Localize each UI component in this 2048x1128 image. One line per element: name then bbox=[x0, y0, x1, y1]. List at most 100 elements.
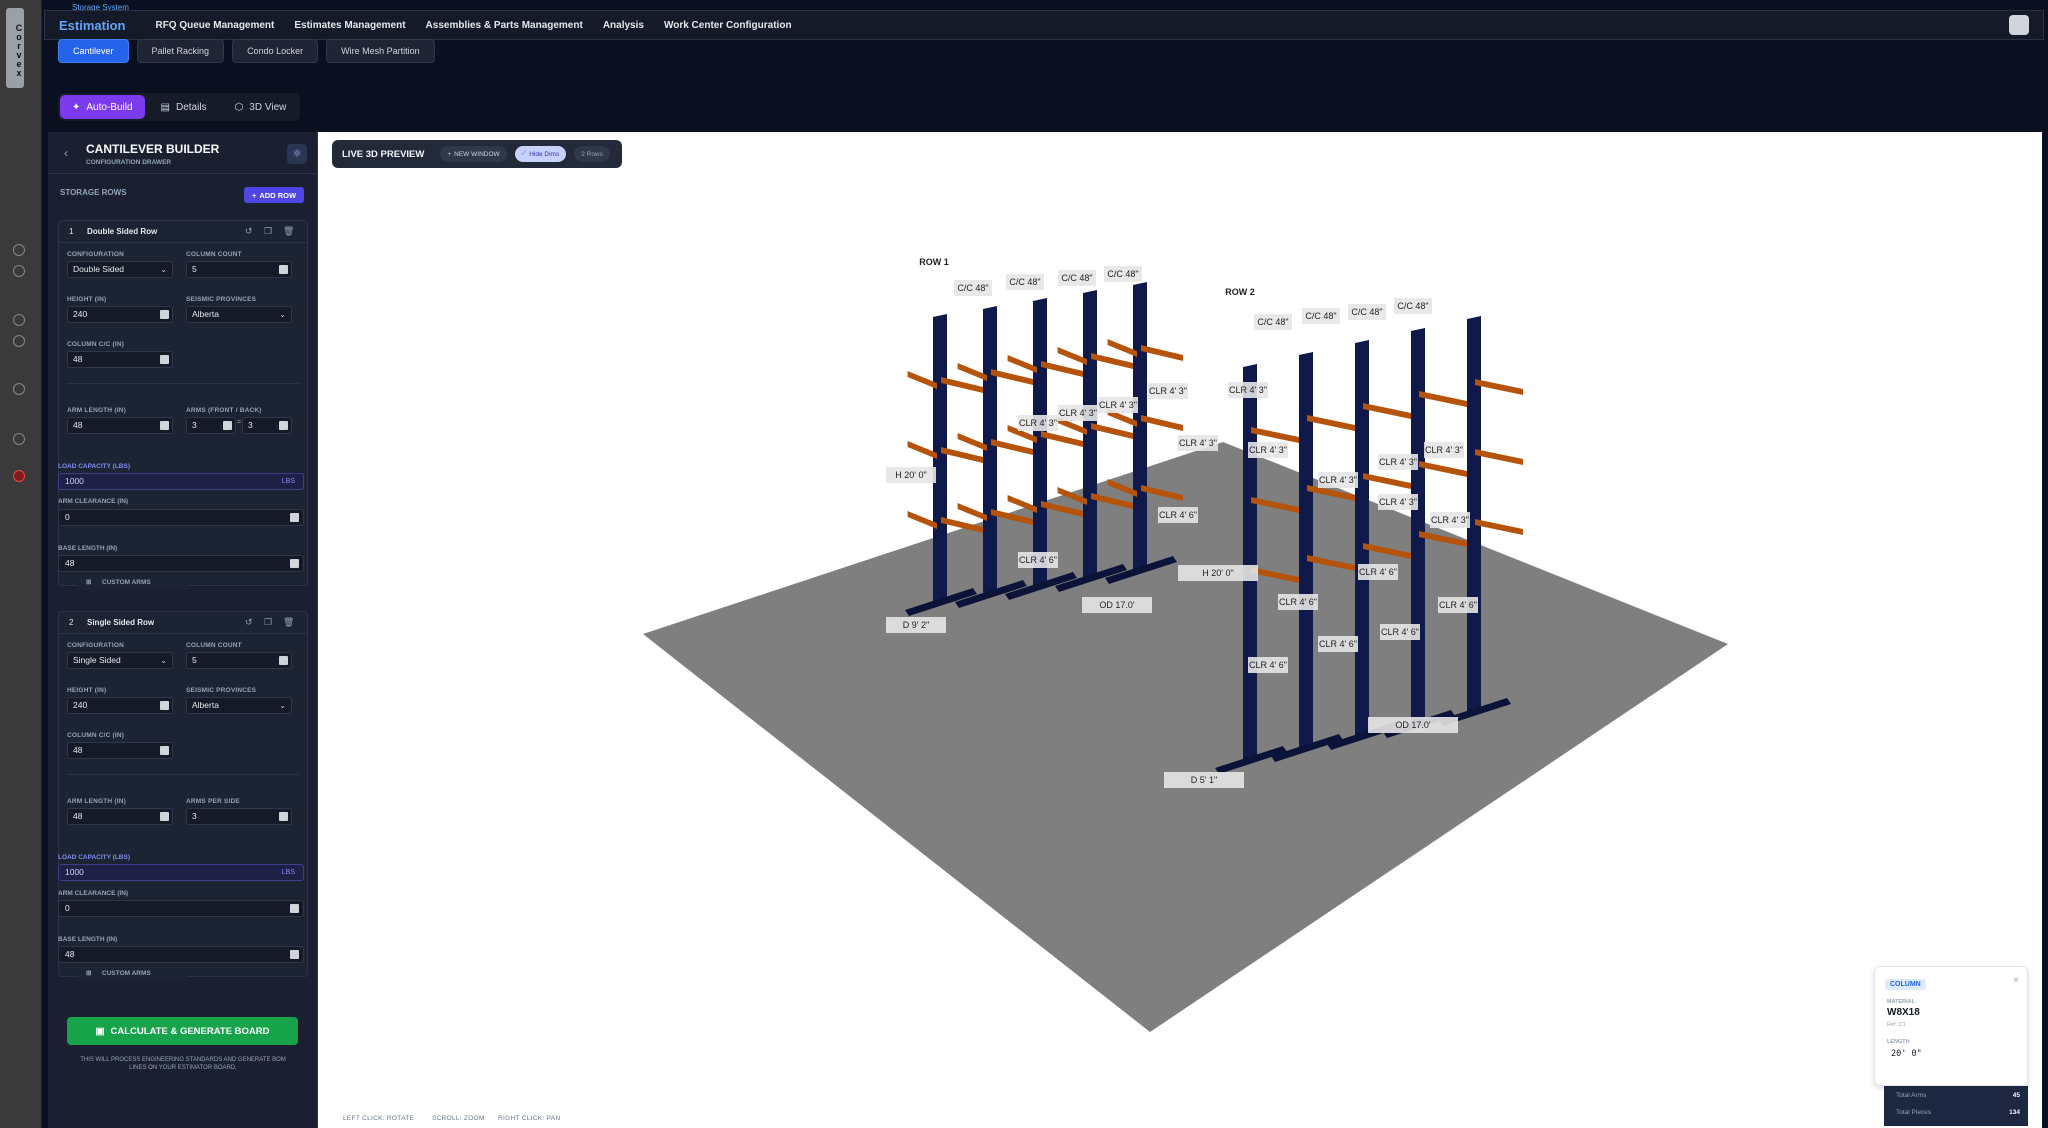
arm-beam[interactable] bbox=[1419, 461, 1467, 477]
tab-auto-build[interactable]: ✦ Auto-Build bbox=[60, 95, 145, 119]
app-logo[interactable]: Estimation bbox=[45, 18, 145, 33]
depth-label[interactable]: D 9' 2" bbox=[903, 620, 929, 630]
arm-length-input[interactable]: 48 bbox=[67, 808, 173, 825]
arms-per-side-input[interactable]: 3 bbox=[186, 808, 292, 825]
arm-beam[interactable] bbox=[1475, 379, 1523, 395]
clr-label[interactable]: CLR 4' 6" bbox=[1279, 597, 1317, 607]
arm-beam[interactable] bbox=[907, 371, 937, 389]
tab-condo-locker[interactable]: Condo Locker bbox=[232, 39, 319, 63]
rail-item-icon[interactable] bbox=[13, 335, 25, 347]
stepper-icon[interactable] bbox=[290, 950, 299, 959]
arm-length-input[interactable]: 48 bbox=[67, 417, 173, 434]
stepper-icon[interactable] bbox=[160, 310, 169, 319]
clr-label[interactable]: CLR 4' 6" bbox=[1359, 567, 1397, 577]
load-capacity-input[interactable]: 1000 LBS bbox=[58, 864, 304, 881]
chevron-left-icon[interactable]: ‹ bbox=[64, 146, 68, 160]
scene-3d[interactable]: ROW 1 ROW 2 C/C 48" C/C 48" C/C 48" C/C 48" C/… bbox=[318, 132, 2042, 1128]
arm-clearance-input[interactable]: 0 bbox=[58, 509, 304, 526]
nav-rfq[interactable]: RFQ Queue Management bbox=[145, 20, 284, 31]
tab-wire-mesh[interactable]: Wire Mesh Partition bbox=[326, 39, 435, 63]
arm-beam[interactable] bbox=[1007, 355, 1037, 373]
stepper-icon[interactable] bbox=[279, 265, 288, 274]
arm-beam[interactable] bbox=[957, 363, 987, 381]
column-count-input[interactable]: 5 bbox=[186, 652, 292, 669]
arm-beam[interactable] bbox=[1475, 519, 1523, 535]
clr-label[interactable]: CLR 4' 3" bbox=[1019, 418, 1057, 428]
base-length-input[interactable]: 48 bbox=[58, 946, 304, 963]
stepper-icon[interactable] bbox=[160, 812, 169, 821]
clr-label[interactable]: CLR 4' 3" bbox=[1425, 445, 1463, 455]
arm-beam[interactable] bbox=[957, 433, 987, 451]
clr-label[interactable]: CLR 4' 6" bbox=[1381, 627, 1419, 637]
arm-beam[interactable] bbox=[941, 447, 983, 463]
depth-label[interactable]: D 5' 1" bbox=[1191, 775, 1217, 785]
arms-back-input[interactable]: 3 bbox=[242, 417, 292, 434]
clr-label[interactable]: CLR 4' 3" bbox=[1149, 386, 1187, 396]
cc-label[interactable]: C/C 48" bbox=[1397, 301, 1428, 311]
height-dim-label[interactable]: H 20' 0" bbox=[895, 470, 926, 480]
column-upright[interactable] bbox=[1083, 290, 1097, 581]
tab-pallet-racking[interactable]: Pallet Racking bbox=[136, 39, 225, 63]
arm-beam[interactable] bbox=[1041, 431, 1083, 447]
tab-cantilever[interactable]: Cantilever bbox=[58, 39, 129, 63]
clr-label[interactable]: CLR 4' 3" bbox=[1179, 438, 1217, 448]
copy-icon[interactable]: ❐ bbox=[264, 226, 272, 237]
cc-label[interactable]: C/C 48" bbox=[1257, 317, 1288, 327]
column-upright[interactable] bbox=[1299, 352, 1313, 751]
new-window-button[interactable]: + NEW WINDOW bbox=[440, 146, 507, 162]
configuration-select[interactable]: Double Sided ⌄ bbox=[67, 261, 173, 278]
clr-label[interactable]: CLR 4' 3" bbox=[1379, 457, 1417, 467]
arm-clearance-input[interactable]: 0 bbox=[58, 900, 304, 917]
overall-depth-label[interactable]: OD 17.0' bbox=[1099, 600, 1135, 610]
arm-beam[interactable] bbox=[907, 441, 937, 459]
arm-beam[interactable] bbox=[1057, 347, 1087, 365]
column-upright[interactable] bbox=[1033, 298, 1047, 589]
arm-beam[interactable] bbox=[991, 439, 1033, 455]
column-upright[interactable] bbox=[1243, 364, 1257, 763]
network-icon[interactable]: ⚛ bbox=[287, 144, 307, 164]
nav-assemblies[interactable]: Assemblies & Parts Management bbox=[416, 20, 593, 31]
stepper-icon[interactable] bbox=[290, 904, 299, 913]
custom-arms-button[interactable]: ⊞ CUSTOM ARMS bbox=[78, 967, 188, 981]
clr-label[interactable]: CLR 4' 6" bbox=[1319, 639, 1357, 649]
rail-active-icon[interactable] bbox=[13, 470, 25, 482]
arm-beam[interactable] bbox=[907, 511, 937, 529]
stepper-icon[interactable] bbox=[223, 421, 232, 430]
clr-label[interactable]: CLR 4' 6" bbox=[1159, 510, 1197, 520]
arm-beam[interactable] bbox=[957, 503, 987, 521]
clr-label[interactable]: CLR 4' 3" bbox=[1319, 475, 1357, 485]
stepper-icon[interactable] bbox=[160, 421, 169, 430]
column-upright[interactable] bbox=[933, 314, 947, 605]
row-2-label[interactable]: ROW 2 bbox=[1225, 287, 1255, 297]
stepper-icon[interactable] bbox=[290, 559, 299, 568]
clr-label[interactable]: CLR 4' 3" bbox=[1379, 497, 1417, 507]
base-length-input[interactable]: 48 bbox=[58, 555, 304, 572]
trash-icon[interactable]: 🗑 bbox=[283, 617, 294, 628]
arm-beam[interactable] bbox=[1141, 415, 1183, 431]
clr-label[interactable]: CLR 4' 6" bbox=[1019, 555, 1057, 565]
cc-label[interactable]: C/C 48" bbox=[1305, 311, 1336, 321]
copy-icon[interactable]: ❐ bbox=[264, 617, 272, 628]
column-cc-input[interactable]: 48 bbox=[67, 351, 173, 368]
stepper-icon[interactable] bbox=[279, 812, 288, 821]
stepper-icon[interactable] bbox=[279, 421, 288, 430]
cc-label[interactable]: C/C 48" bbox=[1061, 273, 1092, 283]
arm-beam[interactable] bbox=[1141, 345, 1183, 361]
reset-icon[interactable]: ↺ bbox=[245, 226, 253, 237]
arm-beam[interactable] bbox=[1251, 427, 1299, 443]
nav-analysis[interactable]: Analysis bbox=[593, 20, 654, 31]
cc-label[interactable]: C/C 48" bbox=[1009, 277, 1040, 287]
height-input[interactable]: 240 bbox=[67, 306, 173, 323]
column-count-input[interactable]: 5 bbox=[186, 261, 292, 278]
clr-label[interactable]: CLR 4' 6" bbox=[1249, 660, 1287, 670]
clr-label[interactable]: CLR 4' 6" bbox=[1439, 600, 1477, 610]
stepper-icon[interactable] bbox=[279, 656, 288, 665]
preview-canvas[interactable]: ROW 1 ROW 2 C/C 48" C/C 48" C/C 48" C/C 48" C/… bbox=[318, 132, 2042, 1128]
seismic-select[interactable]: Alberta ⌄ bbox=[186, 306, 292, 323]
column-upright[interactable] bbox=[983, 306, 997, 597]
arm-beam[interactable] bbox=[1363, 473, 1411, 489]
rail-item-icon[interactable] bbox=[13, 265, 25, 277]
reset-icon[interactable]: ↺ bbox=[245, 617, 253, 628]
arm-beam[interactable] bbox=[941, 377, 983, 393]
configuration-select[interactable]: Single Sided ⌄ bbox=[67, 652, 173, 669]
